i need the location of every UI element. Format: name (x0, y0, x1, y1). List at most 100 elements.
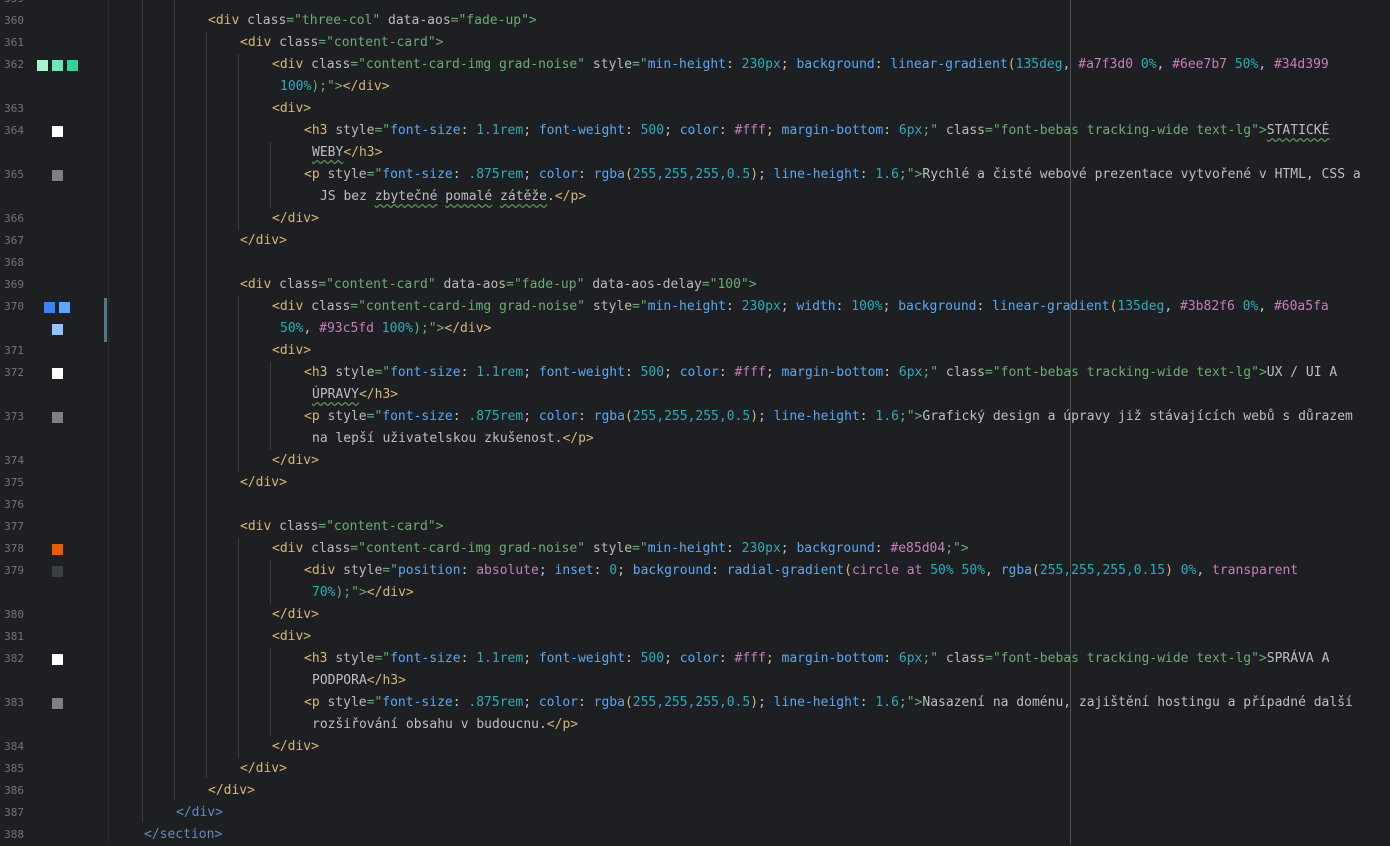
line-number: 379 (4, 564, 24, 577)
line-number: 385 (4, 762, 24, 775)
line-code[interactable]: 70%);"></div> (312, 582, 414, 604)
line-number: 370 (4, 300, 24, 313)
color-swatch-icon[interactable] (59, 302, 70, 313)
line-code[interactable]: </div> (176, 802, 223, 824)
code-line: 361 <div class="content-card"> (0, 32, 1390, 54)
color-swatch-icon[interactable] (52, 654, 63, 665)
line-code[interactable]: <div class="content-card-img grad-noise"… (272, 54, 1329, 76)
line-number: 374 (4, 454, 24, 467)
code-line: 374 </div> (0, 450, 1390, 472)
line-code[interactable]: <div class="content-card-img grad-noise"… (272, 538, 969, 560)
code-editor[interactable]: 359 360 <div class="three-col" data-aos=… (0, 0, 1390, 845)
line-code[interactable]: <h3 style="font-size: 1.1rem; font-weigh… (304, 120, 1329, 142)
line-number: 363 (4, 102, 24, 115)
line-code[interactable]: <p style="font-size: .875rem; color: rgb… (304, 164, 1361, 186)
line-code[interactable]: JS bez zbytečné pomalé zátěže.</p> (320, 186, 586, 208)
color-swatch-icon[interactable] (52, 412, 63, 423)
line-number: 381 (4, 630, 24, 643)
color-swatch-icon[interactable] (52, 170, 63, 181)
color-swatch-icon[interactable] (52, 324, 63, 335)
line-number: 375 (4, 476, 24, 489)
color-swatch-icon[interactable] (52, 126, 63, 137)
line-number: 387 (4, 806, 24, 819)
line-number: 376 (4, 498, 24, 511)
code-line: 359 (0, 0, 1390, 10)
color-swatch-icon[interactable] (52, 566, 63, 577)
code-line-wrap: ÚPRAVY</h3> (0, 384, 1390, 406)
line-code[interactable]: <div style="position: absolute; inset: 0… (304, 560, 1298, 582)
line-code[interactable]: <div class="content-card"> (240, 32, 444, 54)
code-line: 370 <div class="content-card-img grad-no… (0, 296, 1390, 318)
line-code[interactable]: <p style="font-size: .875rem; color: rgb… (304, 692, 1353, 714)
code-line: 366 </div> (0, 208, 1390, 230)
line-code[interactable]: <div> (272, 340, 311, 362)
line-number: 362 (4, 58, 24, 71)
line-number: 368 (4, 256, 24, 269)
line-number: 361 (4, 36, 24, 49)
line-code[interactable]: <h3 style="font-size: 1.1rem; font-weigh… (304, 648, 1329, 670)
color-swatch-icon[interactable] (67, 60, 78, 71)
code-line: 369 <div class="content-card" data-aos="… (0, 274, 1390, 296)
line-number: 388 (4, 828, 24, 841)
line-number: 384 (4, 740, 24, 753)
color-swatch-icon[interactable] (52, 544, 63, 555)
line-code[interactable]: <div class="content-card"> (240, 516, 444, 538)
line-code[interactable]: ÚPRAVY</h3> (312, 384, 398, 406)
code-line-wrap: na lepší uživatelskou zkušenost.</p> (0, 428, 1390, 450)
line-number: 364 (4, 124, 24, 137)
line-number: 360 (4, 14, 24, 27)
line-code[interactable]: </section> (144, 824, 222, 846)
color-swatch-icon[interactable] (52, 60, 63, 71)
code-line: 362 <div class="content-card-img grad-no… (0, 54, 1390, 76)
line-number: 366 (4, 212, 24, 225)
line-code[interactable]: <p style="font-size: .875rem; color: rgb… (304, 406, 1353, 428)
line-number: 365 (4, 168, 24, 181)
line-code[interactable]: <div> (272, 98, 311, 120)
line-code[interactable]: na lepší uživatelskou zkušenost.</p> (312, 428, 594, 450)
line-number: 367 (4, 234, 24, 247)
line-code[interactable]: <div class="content-card" data-aos="fade… (240, 274, 757, 296)
code-line: 380 </div> (0, 604, 1390, 626)
line-code[interactable]: <h3 style="font-size: 1.1rem; font-weigh… (304, 362, 1337, 384)
code-line: 385 </div> (0, 758, 1390, 780)
code-line: 377 <div class="content-card"> (0, 516, 1390, 538)
line-code[interactable]: 100%);"></div> (280, 76, 390, 98)
line-number: 378 (4, 542, 24, 555)
line-code[interactable]: </div> (208, 780, 255, 802)
code-line-wrap: JS bez zbytečné pomalé zátěže.</p> (0, 186, 1390, 208)
line-code[interactable]: </div> (272, 208, 319, 230)
line-number: 380 (4, 608, 24, 621)
color-swatch-icon[interactable] (52, 698, 63, 709)
line-number: 377 (4, 520, 24, 533)
color-swatch-icon[interactable] (37, 60, 48, 71)
line-code[interactable]: PODPORA</h3> (312, 670, 406, 692)
line-code[interactable]: <div class="content-card-img grad-noise"… (272, 296, 1329, 318)
code-line: 384 </div> (0, 736, 1390, 758)
line-code[interactable]: rozšiřování obsahu v budoucnu.</p> (312, 714, 578, 736)
line-code[interactable]: </div> (272, 604, 319, 626)
code-line-wrap: 50%, #93c5fd 100%);"></div> (0, 318, 1390, 340)
code-line-wrap: PODPORA</h3> (0, 670, 1390, 692)
code-line: 382 <h3 style="font-size: 1.1rem; font-w… (0, 648, 1390, 670)
code-line: 386 </div> (0, 780, 1390, 802)
line-code[interactable]: </div> (272, 736, 319, 758)
line-code[interactable]: 50%, #93c5fd 100%);"></div> (280, 318, 491, 340)
line-number: 372 (4, 366, 24, 379)
code-line: 383 <p style="font-size: .875rem; color:… (0, 692, 1390, 714)
code-line-wrap: rozšiřování obsahu v budoucnu.</p> (0, 714, 1390, 736)
line-number: 371 (4, 344, 24, 357)
color-swatch-icon[interactable] (44, 302, 55, 313)
line-code[interactable]: WEBY</h3> (312, 142, 382, 164)
code-line: 376 (0, 494, 1390, 516)
line-number: 359 (0, 0, 24, 10)
code-line: 378 <div class="content-card-img grad-no… (0, 538, 1390, 560)
line-code[interactable]: </div> (240, 758, 287, 780)
line-code[interactable]: </div> (272, 450, 319, 472)
line-code[interactable]: </div> (240, 230, 287, 252)
line-code[interactable]: <div> (272, 626, 311, 648)
line-code[interactable]: <div class="three-col" data-aos="fade-up… (208, 10, 537, 32)
line-number: 373 (4, 410, 24, 423)
line-code[interactable]: </div> (240, 472, 287, 494)
color-swatch-icon[interactable] (52, 368, 63, 379)
code-line: 368 (0, 252, 1390, 274)
